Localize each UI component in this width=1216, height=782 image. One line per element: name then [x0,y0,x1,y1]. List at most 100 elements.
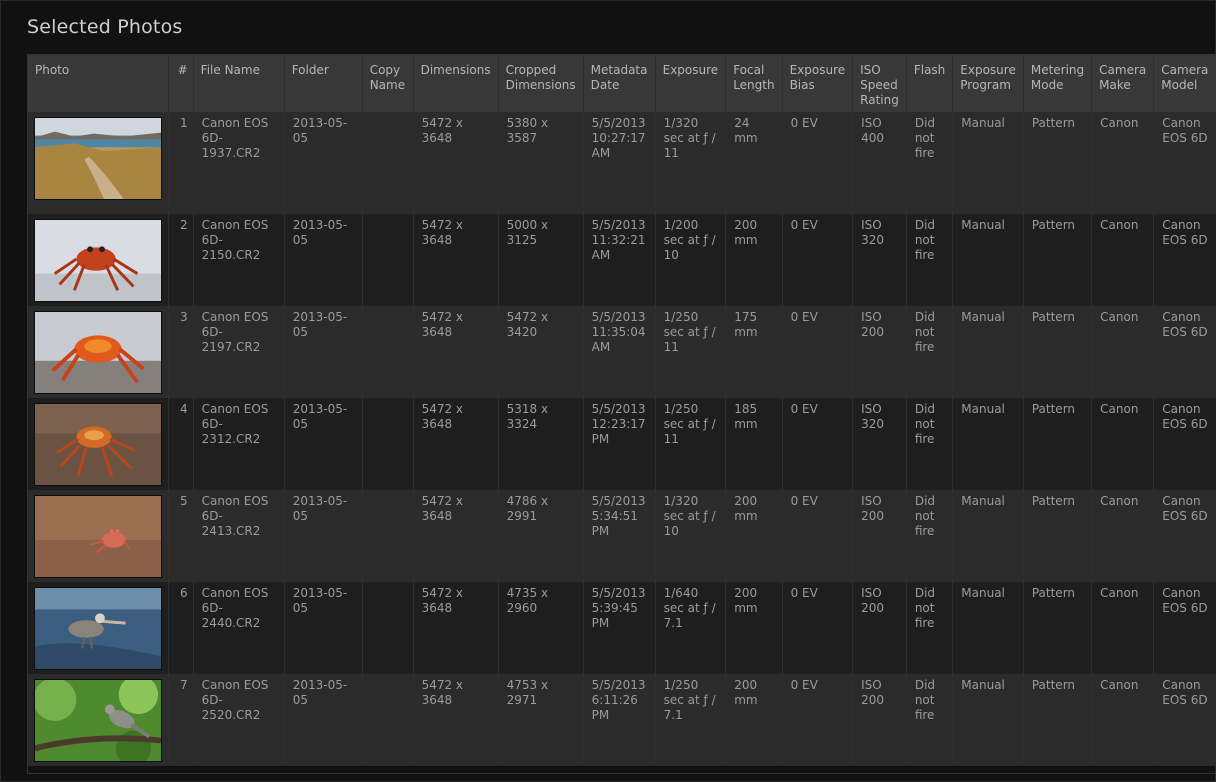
focal-length-cell: 200 mm [725,674,783,766]
column-header-number[interactable]: # [168,55,194,112]
column-header-exposure[interactable]: Exposure [655,55,727,112]
dimensions-cell: 5472 x 3648 [413,306,499,398]
column-header-photo[interactable]: Photo [28,55,169,112]
column-header-folder[interactable]: Folder [284,55,363,112]
copy-name-cell [362,398,414,490]
flash-cell: Did not fire [906,582,954,674]
photo-thumbnail[interactable] [34,219,162,302]
column-header-camera-model[interactable]: Camera Model [1153,55,1216,112]
row-number: 3 [168,306,194,398]
camera-make-cell: Canon [1091,582,1155,674]
photo-thumbnail-cell[interactable] [28,398,169,490]
metadata-date-cell: 5/5/2013 5:39:45 PM [583,582,656,674]
row-number: 5 [168,490,194,582]
dimensions-cell: 5472 x 3648 [413,490,499,582]
table-row[interactable]: 1 Canon EOS 6D-1937.CR2 2013-05-05 5472 x 3… [28,112,1216,214]
flash-cell: Did not fire [906,674,954,766]
exposure-program-cell: Manual [952,674,1024,766]
app-window: Selected Photos Photo # File Name Folder… [0,0,1216,782]
column-header-cropped-dimensions[interactable]: Cropped Dimensions [498,55,584,112]
exposure-cell: 1/250 sec at ƒ / 7.1 [655,674,727,766]
copy-name-cell [362,112,414,214]
focal-length-cell: 200 mm [725,490,783,582]
photo-thumbnail[interactable] [34,403,162,486]
iso-cell: ISO 200 [852,674,907,766]
metadata-date-cell: 5/5/2013 11:32:21 AM [583,214,656,306]
file-name-cell: Canon EOS 6D-2197.CR2 [193,306,285,398]
photo-thumbnail-cell[interactable] [28,112,169,214]
iso-cell: ISO 200 [852,490,907,582]
table-row[interactable]: 4 Canon EOS 6D-2312.CR2 2013-05-05 5472 x 3… [28,398,1216,490]
photo-thumbnail[interactable] [34,679,162,762]
row-number: 1 [168,112,194,214]
photo-thumbnail[interactable] [34,311,162,394]
column-header-copy-name[interactable]: Copy Name [362,55,414,112]
column-header-dimensions[interactable]: Dimensions [413,55,499,112]
photo-thumbnail-cell[interactable] [28,306,169,398]
folder-cell: 2013-05-05 [284,582,363,674]
cropped-dimensions-cell: 4735 x 2960 [498,582,584,674]
metering-mode-cell: Pattern [1023,214,1093,306]
column-header-file-name[interactable]: File Name [193,55,285,112]
camera-model-cell: Canon EOS 6D [1153,214,1216,306]
exposure-cell: 1/320 sec at ƒ / 10 [655,490,727,582]
cropped-dimensions-cell: 4786 x 2991 [498,490,584,582]
table-row[interactable]: 3 Canon EOS 6D-2197.CR2 2013-05-05 5472 x 3… [28,306,1216,398]
camera-model-cell: Canon EOS 6D [1153,582,1216,674]
folder-cell: 2013-05-05 [284,112,363,214]
column-header-metadata-date[interactable]: Metadata Date [583,55,656,112]
exposure-program-cell: Manual [952,306,1024,398]
row-number: 2 [168,214,194,306]
exposure-program-cell: Manual [952,582,1024,674]
photo-table: Photo # File Name Folder Copy Name Dimen… [28,55,1216,766]
cropped-dimensions-cell: 5472 x 3420 [498,306,584,398]
metadata-date-cell: 5/5/2013 5:34:51 PM [583,490,656,582]
column-header-camera-make[interactable]: Camera Make [1091,55,1155,112]
metering-mode-cell: Pattern [1023,112,1093,214]
file-name-cell: Canon EOS 6D-2312.CR2 [193,398,285,490]
photo-thumbnail[interactable] [34,117,162,200]
column-header-exposure-program[interactable]: Exposure Program [952,55,1024,112]
column-header-metering-mode[interactable]: Metering Mode [1023,55,1093,112]
cropped-dimensions-cell: 5380 x 3587 [498,112,584,214]
folder-cell: 2013-05-05 [284,674,363,766]
folder-cell: 2013-05-05 [284,214,363,306]
photo-thumbnail[interactable] [34,495,162,578]
table-row[interactable]: 2 Canon EOS 6D-2150.CR2 2013-05-05 5472 x 3… [28,214,1216,306]
table-row[interactable]: 7 Canon EOS 6D-2520.CR2 2013-05-05 5472 x 3… [28,674,1216,766]
camera-model-cell: Canon EOS 6D [1153,674,1216,766]
photo-thumbnail-cell[interactable] [28,490,169,582]
camera-make-cell: Canon [1091,214,1155,306]
row-number: 4 [168,398,194,490]
cropped-dimensions-cell: 4753 x 2971 [498,674,584,766]
column-header-flash[interactable]: Flash [906,55,954,112]
photo-thumbnail-cell[interactable] [28,674,169,766]
folder-cell: 2013-05-05 [284,306,363,398]
camera-make-cell: Canon [1091,674,1155,766]
camera-model-cell: Canon EOS 6D [1153,398,1216,490]
focal-length-cell: 24 mm [725,112,783,214]
table-row[interactable]: 5 Canon EOS 6D-2413.CR2 2013-05-05 5472 x 3… [28,490,1216,582]
exposure-bias-cell: 0 EV [782,490,854,582]
photo-table-container[interactable]: Photo # File Name Folder Copy Name Dimen… [27,54,1216,774]
metadata-date-cell: 5/5/2013 12:23:17 PM [583,398,656,490]
table-row[interactable]: 6 Canon EOS 6D-2440.CR2 2013-05-05 5472 x 3… [28,582,1216,674]
row-number: 7 [168,674,194,766]
focal-length-cell: 175 mm [725,306,783,398]
flash-cell: Did not fire [906,398,954,490]
iso-cell: ISO 320 [852,398,907,490]
photo-thumbnail-cell[interactable] [28,582,169,674]
table-header-row: Photo # File Name Folder Copy Name Dimen… [28,55,1216,112]
photo-thumbnail-cell[interactable] [28,214,169,306]
metering-mode-cell: Pattern [1023,306,1093,398]
copy-name-cell [362,214,414,306]
metering-mode-cell: Pattern [1023,490,1093,582]
photo-thumbnail[interactable] [34,587,162,670]
column-header-focal-length[interactable]: Focal Length [725,55,783,112]
column-header-exposure-bias[interactable]: Exposure Bias [782,55,854,112]
iso-cell: ISO 400 [852,112,907,214]
column-header-iso[interactable]: ISO Speed Rating [852,55,907,112]
dimensions-cell: 5472 x 3648 [413,582,499,674]
focal-length-cell: 200 mm [725,582,783,674]
exposure-cell: 1/200 sec at ƒ / 10 [655,214,727,306]
